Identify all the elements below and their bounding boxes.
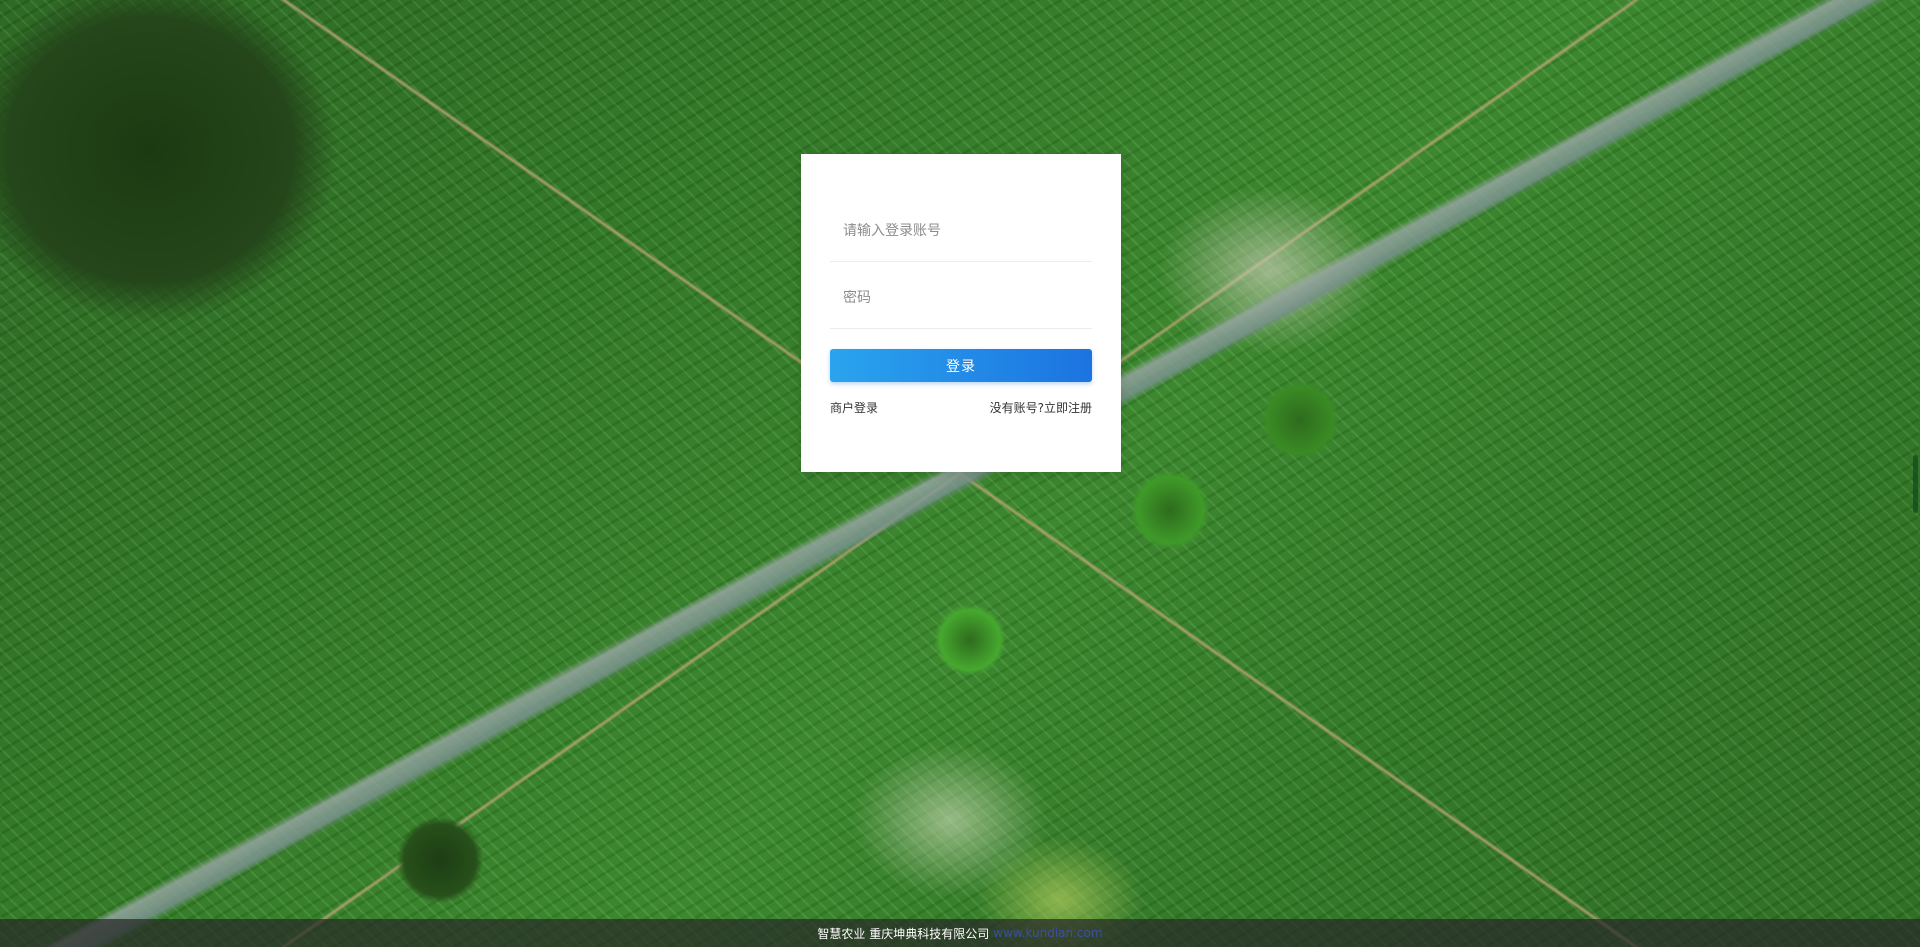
- username-input[interactable]: [830, 223, 1092, 261]
- merchant-login-link[interactable]: 商户登录: [830, 399, 878, 416]
- scrollbar-thumb[interactable]: [1913, 455, 1918, 513]
- login-button[interactable]: 登录: [830, 349, 1092, 382]
- farmland-background-image: [0, 0, 1920, 947]
- footer-text: 智慧农业 重庆坤典科技有限公司: [817, 926, 990, 941]
- password-input[interactable]: [830, 290, 1092, 328]
- login-page: 登录 商户登录 没有账号?立即注册 智慧农业 重庆坤典科技有限公司 www.ku…: [0, 0, 1920, 947]
- login-card: 登录 商户登录 没有账号?立即注册: [801, 154, 1121, 472]
- username-field-wrapper: [830, 154, 1092, 262]
- footer: 智慧农业 重庆坤典科技有限公司 www.kundian.com: [0, 919, 1920, 947]
- footer-link[interactable]: www.kundian.com: [993, 926, 1102, 940]
- login-links: 商户登录 没有账号?立即注册: [830, 399, 1092, 416]
- password-field-wrapper: [830, 262, 1092, 329]
- register-link[interactable]: 没有账号?立即注册: [990, 399, 1092, 416]
